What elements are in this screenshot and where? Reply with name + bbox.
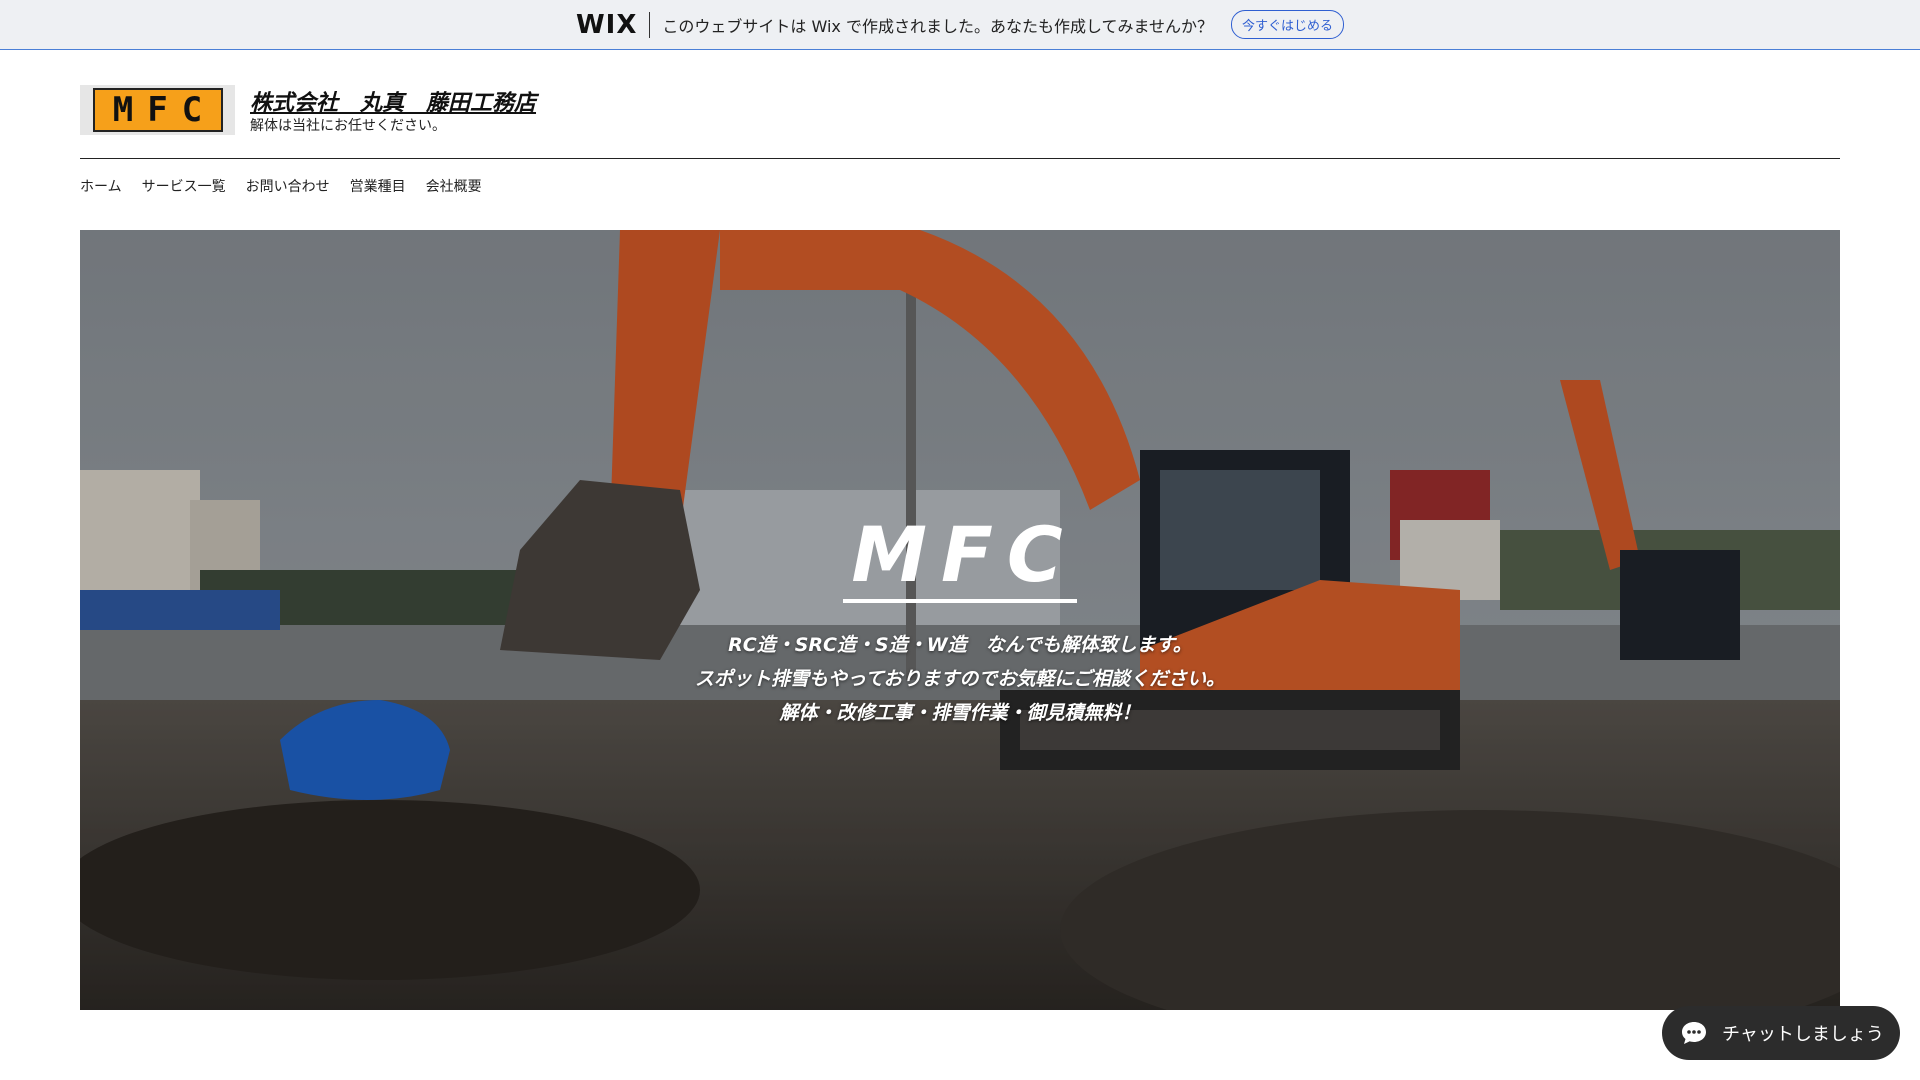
- site-tagline: 解体は当社にお任せください。: [250, 118, 446, 134]
- nav-item-contact[interactable]: お問い合わせ: [246, 176, 330, 196]
- hero-description: RC造・SRC造・S造・W造 なんでも解体致します。 スポット排雪もやっておりま…: [80, 628, 1840, 730]
- hero-title: MFC: [80, 510, 1840, 603]
- chat-button[interactable]: チャットしましょう: [1662, 1006, 1900, 1060]
- wix-banner: WIX このウェブサイトは Wix で作成されました。あなたも作成してみませんか…: [0, 0, 1920, 50]
- hero-title-text: MFC: [843, 510, 1077, 603]
- site-title[interactable]: 株式会社 丸真 藤田工務店: [250, 85, 536, 117]
- header-divider: [80, 158, 1840, 159]
- hero-section: MFC RC造・SRC造・S造・W造 なんでも解体致します。 スポット排雪もやっ…: [80, 230, 1840, 1010]
- hero-overlay: [80, 230, 1840, 1010]
- chat-label: チャットしましょう: [1722, 1024, 1884, 1045]
- wix-banner-content: WIX このウェブサイトは Wix で作成されました。あなたも作成してみませんか…: [576, 10, 1345, 40]
- chat-bubble-icon: [1682, 1022, 1706, 1044]
- hero-line-free-quote: 解体・改修工事・排雪作業・御見積無料！: [779, 702, 1141, 724]
- nav-item-business[interactable]: 営業種目: [350, 176, 406, 196]
- wix-logo[interactable]: WIX: [576, 10, 637, 40]
- wix-banner-message: このウェブサイトは Wix で作成されました。あなたも作成してみませんか？: [662, 16, 1213, 36]
- wix-start-button[interactable]: 今すぐはじめる: [1231, 10, 1345, 39]
- main-nav: ホーム サービス一覧 お問い合わせ 営業種目 会社概要: [80, 176, 482, 196]
- site-logo-mark: MFC: [92, 88, 223, 132]
- nav-item-company[interactable]: 会社概要: [426, 176, 482, 196]
- nav-item-services[interactable]: サービス一覧: [142, 176, 226, 196]
- hero-line-snow: スポット排雪もやっておりますのでお気軽にご相談ください。: [694, 668, 1226, 690]
- site-logo[interactable]: MFC: [80, 85, 235, 135]
- nav-item-home[interactable]: ホーム: [80, 176, 122, 196]
- hero-line-structures: RC造・SRC造・S造・W造 なんでも解体致します。: [728, 634, 1192, 656]
- wix-divider: [649, 11, 651, 38]
